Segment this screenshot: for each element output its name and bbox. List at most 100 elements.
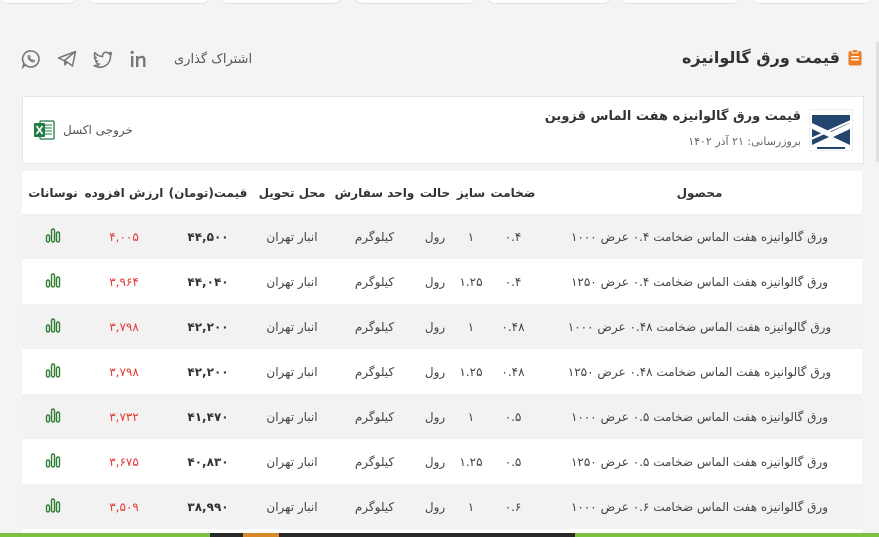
bar-chart-icon[interactable] (45, 452, 61, 468)
page-title: قیمت ورق گالوانیزه (681, 48, 840, 67)
cell-state: رول (417, 484, 453, 529)
cell-unit: کیلوگرم (332, 259, 417, 304)
cell-size: ۱ (453, 484, 489, 529)
table-header-row: محصول ضخامت سایز حالت واحد سفارش محل تحو… (22, 171, 862, 214)
cell-vat: ۳,۶۷۵ (84, 439, 164, 484)
cell-vat: ۴,۰۰۵ (84, 214, 164, 259)
col-thickness: ضخامت (489, 171, 537, 214)
cell-fluctuation (22, 439, 84, 484)
cell-size: ۱.۲۵ (453, 349, 489, 394)
cell-fluctuation (22, 349, 84, 394)
cell-state: رول (417, 259, 453, 304)
excel-export-button[interactable]: خروجی اکسل (33, 119, 133, 141)
top-tab-strip (0, 0, 879, 4)
col-unit: واحد سفارش (332, 171, 417, 214)
cell-thickness: ۰.۶ (489, 484, 537, 529)
table-row[interactable]: ورق گالوانیزه هفت الماس ضخامت ۰.۴ عرض ۱۲… (22, 259, 862, 304)
cell-state: رول (417, 304, 453, 349)
cell-price: ۴۰,۸۳۰ (164, 439, 252, 484)
table-row[interactable]: ورق گالوانیزه هفت الماس ضخامت ۰.۴ عرض ۱۰… (22, 214, 862, 259)
cell-fluctuation (22, 304, 84, 349)
col-price: قیمت(تومان) (164, 171, 252, 214)
cell-delivery: انبار تهران (252, 304, 332, 349)
top-tab[interactable] (354, 0, 476, 4)
whatsapp-icon[interactable] (20, 48, 42, 70)
cell-vat: ۳,۷۹۸ (84, 304, 164, 349)
section-header: قیمت ورق گالوانیزه اشتراک گذاری (20, 44, 862, 76)
cell-thickness: ۰.۴ (489, 259, 537, 304)
twitter-icon[interactable] (92, 48, 114, 70)
product-card: قیمت ورق گالوانیزه هفت الماس قزوین بروزر… (22, 96, 864, 164)
cell-delivery: انبار تهران (252, 394, 332, 439)
top-tab[interactable] (620, 0, 740, 4)
cell-unit: کیلوگرم (332, 304, 417, 349)
brand-logo (809, 109, 853, 151)
cell-vat: ۳,۷۳۲ (84, 394, 164, 439)
cell-price: ۴۴,۰۴۰ (164, 259, 252, 304)
cell-unit: کیلوگرم (332, 484, 417, 529)
bar-chart-icon[interactable] (45, 317, 61, 333)
cell-unit: کیلوگرم (332, 349, 417, 394)
cell-product: ورق گالوانیزه هفت الماس ضخامت ۰.۵ عرض ۱۲… (537, 439, 862, 484)
cell-thickness: ۰.۴ (489, 214, 537, 259)
cell-fluctuation (22, 259, 84, 304)
cell-thickness: ۰.۵ (489, 439, 537, 484)
top-tab[interactable] (0, 0, 77, 4)
col-fluctuation: نوسانات (22, 171, 84, 214)
cell-size: ۱.۲۵ (453, 259, 489, 304)
table-row[interactable]: ورق گالوانیزه هفت الماس ضخامت ۰.۵ عرض ۱۲… (22, 439, 862, 484)
cell-vat: ۳,۹۶۴ (84, 259, 164, 304)
cell-size: ۱ (453, 304, 489, 349)
cell-fluctuation (22, 394, 84, 439)
clipboard-icon (848, 49, 862, 66)
linkedin-icon[interactable] (128, 48, 150, 70)
cell-unit: کیلوگرم (332, 439, 417, 484)
table-row[interactable]: ورق گالوانیزه هفت الماس ضخامت ۰.۴۸ عرض ۱… (22, 304, 862, 349)
cell-thickness: ۰.۵ (489, 394, 537, 439)
bar-chart-icon[interactable] (45, 227, 61, 243)
cell-price: ۴۲,۲۰۰ (164, 349, 252, 394)
cell-delivery: انبار تهران (252, 214, 332, 259)
cell-product: ورق گالوانیزه هفت الماس ضخامت ۰.۴۸ عرض ۱… (537, 349, 862, 394)
table-row[interactable]: ورق گالوانیزه هفت الماس ضخامت ۰.۵ عرض ۱۰… (22, 394, 862, 439)
col-state: حالت (417, 171, 453, 214)
bar-chart-icon[interactable] (45, 362, 61, 378)
col-product: محصول (537, 171, 862, 214)
cell-size: ۱.۲۵ (453, 439, 489, 484)
top-tab[interactable] (220, 0, 342, 4)
price-table: محصول ضخامت سایز حالت واحد سفارش محل تحو… (22, 171, 862, 537)
cell-product: ورق گالوانیزه هفت الماس ضخامت ۰.۴ عرض ۱۲… (537, 259, 862, 304)
table-row[interactable]: ورق گالوانیزه هفت الماس ضخامت ۰.۶ عرض ۱۰… (22, 484, 862, 529)
cell-fluctuation (22, 214, 84, 259)
bar-chart-icon[interactable] (45, 272, 61, 288)
bar-chart-icon[interactable] (45, 407, 61, 423)
cell-delivery: انبار تهران (252, 484, 332, 529)
top-tab[interactable] (487, 0, 611, 4)
cell-price: ۴۴,۵۰۰ (164, 214, 252, 259)
col-delivery: محل تحویل (252, 171, 332, 214)
cell-price: ۳۸,۹۹۰ (164, 484, 252, 529)
cell-vat: ۳,۵۰۹ (84, 484, 164, 529)
cell-unit: کیلوگرم (332, 214, 417, 259)
cell-delivery: انبار تهران (252, 349, 332, 394)
cell-product: ورق گالوانیزه هفت الماس ضخامت ۰.۴ عرض ۱۰… (537, 214, 862, 259)
cell-product: ورق گالوانیزه هفت الماس ضخامت ۰.۶ عرض ۱۰… (537, 484, 862, 529)
product-name: قیمت ورق گالوانیزه هفت الماس قزوین (544, 109, 801, 124)
cell-fluctuation (22, 484, 84, 529)
bar-chart-icon[interactable] (45, 497, 61, 513)
cell-size: ۱ (453, 214, 489, 259)
cell-unit: کیلوگرم (332, 394, 417, 439)
cell-product: ورق گالوانیزه هفت الماس ضخامت ۰.۵ عرض ۱۰… (537, 394, 862, 439)
cell-size: ۱ (453, 394, 489, 439)
cell-state: رول (417, 394, 453, 439)
table-row[interactable]: ورق گالوانیزه هفت الماس ضخامت ۰.۴۸ عرض ۱… (22, 349, 862, 394)
cell-price: ۴۱,۴۷۰ (164, 394, 252, 439)
cell-state: رول (417, 349, 453, 394)
telegram-icon[interactable] (56, 48, 78, 70)
cell-state: رول (417, 214, 453, 259)
top-tab[interactable] (88, 0, 210, 4)
cell-delivery: انبار تهران (252, 439, 332, 484)
share-bar: اشتراک گذاری (20, 48, 252, 70)
top-tab[interactable] (752, 0, 872, 4)
cell-thickness: ۰.۴۸ (489, 349, 537, 394)
